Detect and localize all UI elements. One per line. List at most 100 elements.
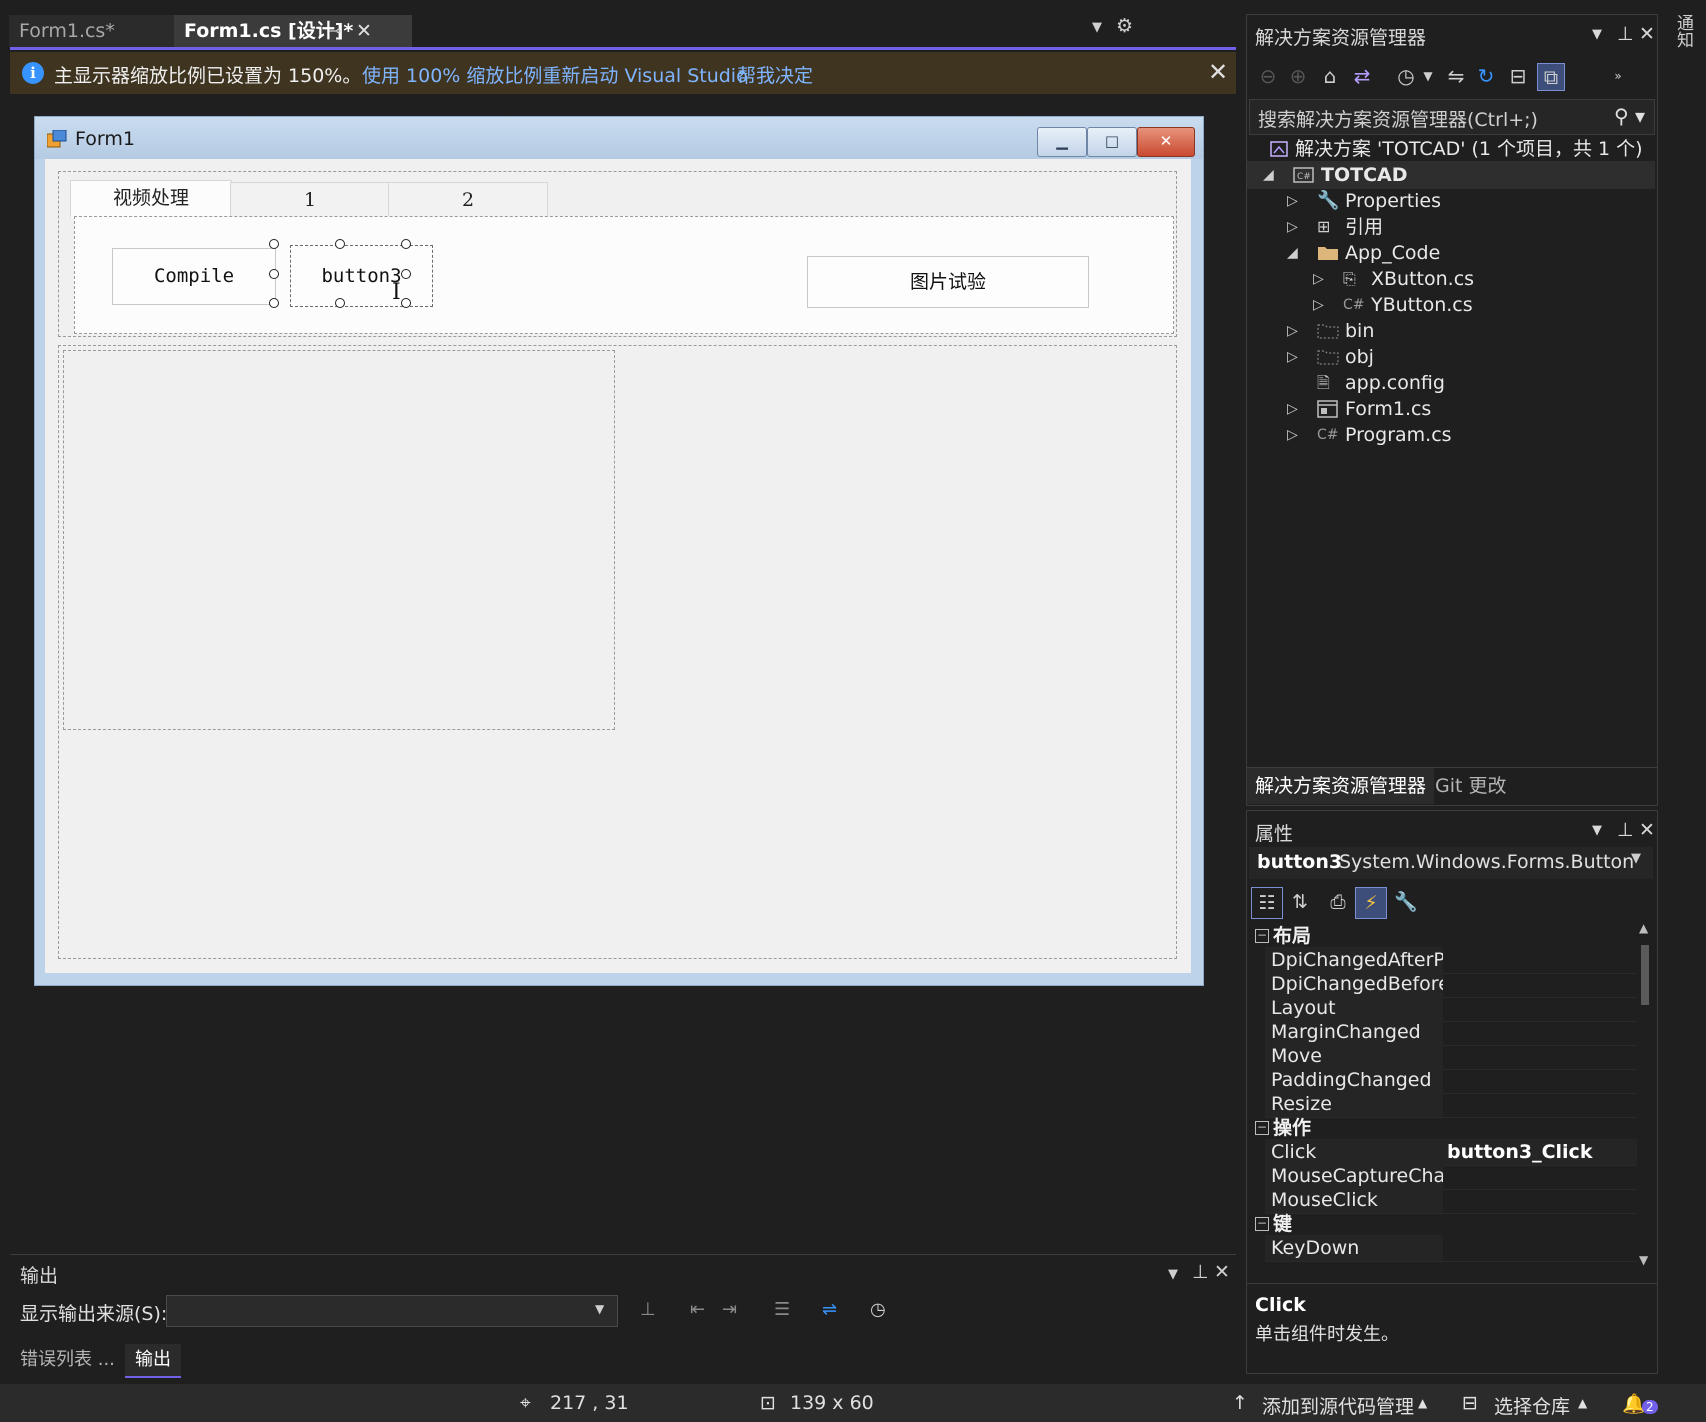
solution-search-input[interactable]: 搜索解决方案资源管理器(Ctrl+;) ⚲ ▾ — [1249, 99, 1655, 135]
categorized-icon[interactable]: ☷ — [1251, 887, 1283, 919]
tab-1[interactable]: 1 — [230, 182, 390, 218]
alphabetical-icon[interactable]: ⇅ — [1285, 887, 1315, 917]
chevron-up-icon[interactable]: ▲ — [1578, 1396, 1587, 1410]
tab-form1-code[interactable]: Form1.cs* — [9, 15, 184, 47]
select-repository[interactable]: 选择仓库 — [1494, 1392, 1570, 1419]
object-selector[interactable]: button3 System.Windows.Forms.Button ▼ — [1249, 847, 1653, 879]
home-icon[interactable]: ⌂ — [1317, 63, 1343, 89]
tab-output[interactable]: 输出 — [125, 1344, 181, 1378]
property-row[interactable]: Layout — [1265, 995, 1637, 1022]
tab-git-changes[interactable]: Git 更改 — [1427, 768, 1515, 804]
collapsed-arrow-icon[interactable]: ▷ — [1287, 421, 1298, 449]
button3-selected[interactable]: button3 I — [290, 245, 433, 307]
chevron-down-icon[interactable]: ▼ — [1631, 851, 1641, 866]
tree-item-program[interactable]: ▷ C# Program.cs — [1247, 421, 1655, 449]
notifications-side-tab[interactable]: 通知 — [1666, 14, 1696, 84]
show-all-files-icon[interactable]: ⧉ — [1537, 63, 1565, 91]
scroll-up-icon[interactable]: ▲ — [1639, 923, 1648, 935]
resize-handle[interactable] — [401, 298, 411, 308]
previous-message-icon[interactable]: ⇤ — [690, 1299, 705, 1320]
collapsed-arrow-icon[interactable]: ▷ — [1287, 187, 1298, 215]
tree-item-form1[interactable]: ▷ Form1.cs — [1247, 395, 1655, 423]
form-window[interactable]: Form1 ▁ □ ✕ 视频处理 1 2 Compile button3 I 图… — [34, 116, 1204, 986]
tree-item-obj[interactable]: ▷ obj — [1247, 343, 1655, 371]
restart-at-100-link[interactable]: 使用 100% 缩放比例重新启动 Visual Studio — [362, 61, 748, 88]
search-icon[interactable]: ⚲ ▾ — [1614, 104, 1645, 128]
go-to-line-icon[interactable]: ⊥ — [640, 1299, 656, 1320]
close-icon[interactable]: ✕ — [1214, 1261, 1230, 1283]
help-me-decide-link[interactable]: 帮我决定 — [737, 61, 813, 88]
tab-error-list[interactable]: 错误列表 ... — [10, 1344, 125, 1376]
scrollbar-thumb[interactable] — [1641, 945, 1649, 1005]
tab-solution-explorer[interactable]: 解决方案资源管理器 — [1247, 768, 1435, 804]
minimize-button[interactable]: ▁ — [1037, 127, 1087, 157]
clear-all-icon[interactable]: ☰ — [774, 1299, 790, 1320]
add-to-source-control[interactable]: 添加到源代码管理 — [1262, 1392, 1414, 1419]
collapsed-arrow-icon[interactable]: ▷ — [1287, 317, 1298, 345]
property-row[interactable]: DpiChangedAfterParent — [1265, 947, 1637, 974]
dropdown-icon[interactable]: ▼ — [1592, 823, 1602, 838]
resize-handle[interactable] — [335, 239, 345, 249]
resize-handle[interactable] — [401, 239, 411, 249]
collapse-all-icon[interactable]: ⊟ — [1505, 63, 1531, 89]
collapsed-arrow-icon[interactable]: ▷ — [1287, 343, 1298, 371]
compile-button[interactable]: Compile — [112, 248, 276, 305]
property-row[interactable]: KeyDown — [1265, 1235, 1637, 1262]
maximize-button[interactable]: □ — [1087, 127, 1137, 157]
sync-icon[interactable]: ⇋ — [1443, 63, 1469, 89]
back-icon[interactable]: ⊖ — [1255, 63, 1281, 89]
property-row[interactable]: Resize — [1265, 1091, 1637, 1118]
tab-2[interactable]: 2 — [388, 182, 548, 218]
lower-panel[interactable] — [58, 345, 1177, 959]
tree-item-app-code[interactable]: ◢ App_Code — [1247, 239, 1655, 267]
word-wrap-icon[interactable]: ⇌ — [822, 1299, 837, 1320]
collapse-icon[interactable]: − — [1255, 1121, 1269, 1135]
property-row[interactable]: MarginChanged — [1265, 1019, 1637, 1046]
collapsed-arrow-icon[interactable]: ▷ — [1313, 265, 1324, 293]
gear-icon[interactable]: ⚙ — [1116, 15, 1133, 37]
resize-handle[interactable] — [269, 239, 279, 249]
scroll-down-icon[interactable]: ▼ — [1639, 1253, 1648, 1267]
upload-icon[interactable]: ↑ — [1232, 1392, 1248, 1414]
property-pages-icon[interactable]: ⎙ — [1323, 887, 1353, 917]
pin-icon[interactable]: ⊥ — [1617, 23, 1634, 45]
property-row[interactable]: Click button3_Click — [1265, 1139, 1641, 1166]
events-lightning-icon[interactable]: ⚡ — [1355, 887, 1387, 919]
chevron-down-icon[interactable]: ▼ — [595, 1302, 604, 1316]
tree-item-references[interactable]: ▷ ⊞ 引用 — [1247, 213, 1655, 241]
collapse-icon[interactable]: − — [1255, 929, 1269, 943]
close-icon[interactable]: ✕ — [1639, 819, 1655, 841]
properties-wrench-icon[interactable]: 🔧 — [1391, 887, 1421, 917]
close-tab-icon[interactable]: ✕ — [356, 15, 372, 47]
tree-item-bin[interactable]: ▷ bin — [1247, 317, 1655, 345]
tree-item-properties[interactable]: ▷ 🔧 Properties — [1247, 187, 1655, 215]
collapsed-arrow-icon[interactable]: ▷ — [1287, 213, 1298, 241]
tree-item-ybutton[interactable]: ▷ C# YButton.cs — [1247, 291, 1655, 319]
resize-handle[interactable] — [269, 269, 279, 279]
category-layout[interactable]: − 布局 — [1247, 923, 1637, 949]
pin-icon[interactable]: ⊸ — [328, 15, 341, 47]
resize-handle[interactable] — [401, 269, 411, 279]
image-test-button[interactable]: 图片试验 — [807, 256, 1089, 308]
clock-icon[interactable]: ◷ — [870, 1299, 886, 1320]
more-icon[interactable]: » — [1605, 63, 1631, 89]
category-key[interactable]: − 键 — [1247, 1211, 1637, 1237]
repository-icon[interactable]: ⊟ — [1462, 1392, 1478, 1414]
form-close-button[interactable]: ✕ — [1137, 127, 1195, 157]
pin-icon[interactable]: ⊥ — [1617, 819, 1634, 841]
tree-item-project[interactable]: ◢ C# TOTCAD — [1247, 161, 1655, 189]
tree-item-app-config[interactable]: 🗎 app.config — [1247, 369, 1655, 397]
close-icon[interactable]: ✕ — [1208, 58, 1228, 86]
output-source-select[interactable]: ▼ — [166, 1295, 618, 1327]
expanded-arrow-icon[interactable]: ◢ — [1263, 161, 1274, 189]
switch-views-icon[interactable]: ⇄ — [1349, 63, 1375, 89]
resize-handle[interactable] — [335, 298, 345, 308]
dropdown-icon[interactable]: ▼ — [1168, 1267, 1178, 1282]
chevron-up-icon[interactable]: ▲ — [1418, 1396, 1427, 1410]
collapse-icon[interactable]: − — [1255, 1217, 1269, 1231]
refresh-icon[interactable]: ↻ — [1473, 63, 1499, 89]
close-icon[interactable]: ✕ — [1639, 23, 1655, 45]
property-row[interactable]: DpiChangedBeforeParent — [1265, 971, 1637, 998]
resize-handle[interactable] — [269, 298, 279, 308]
property-grid-scrollbar[interactable]: ▲ ▼ — [1637, 923, 1653, 1273]
